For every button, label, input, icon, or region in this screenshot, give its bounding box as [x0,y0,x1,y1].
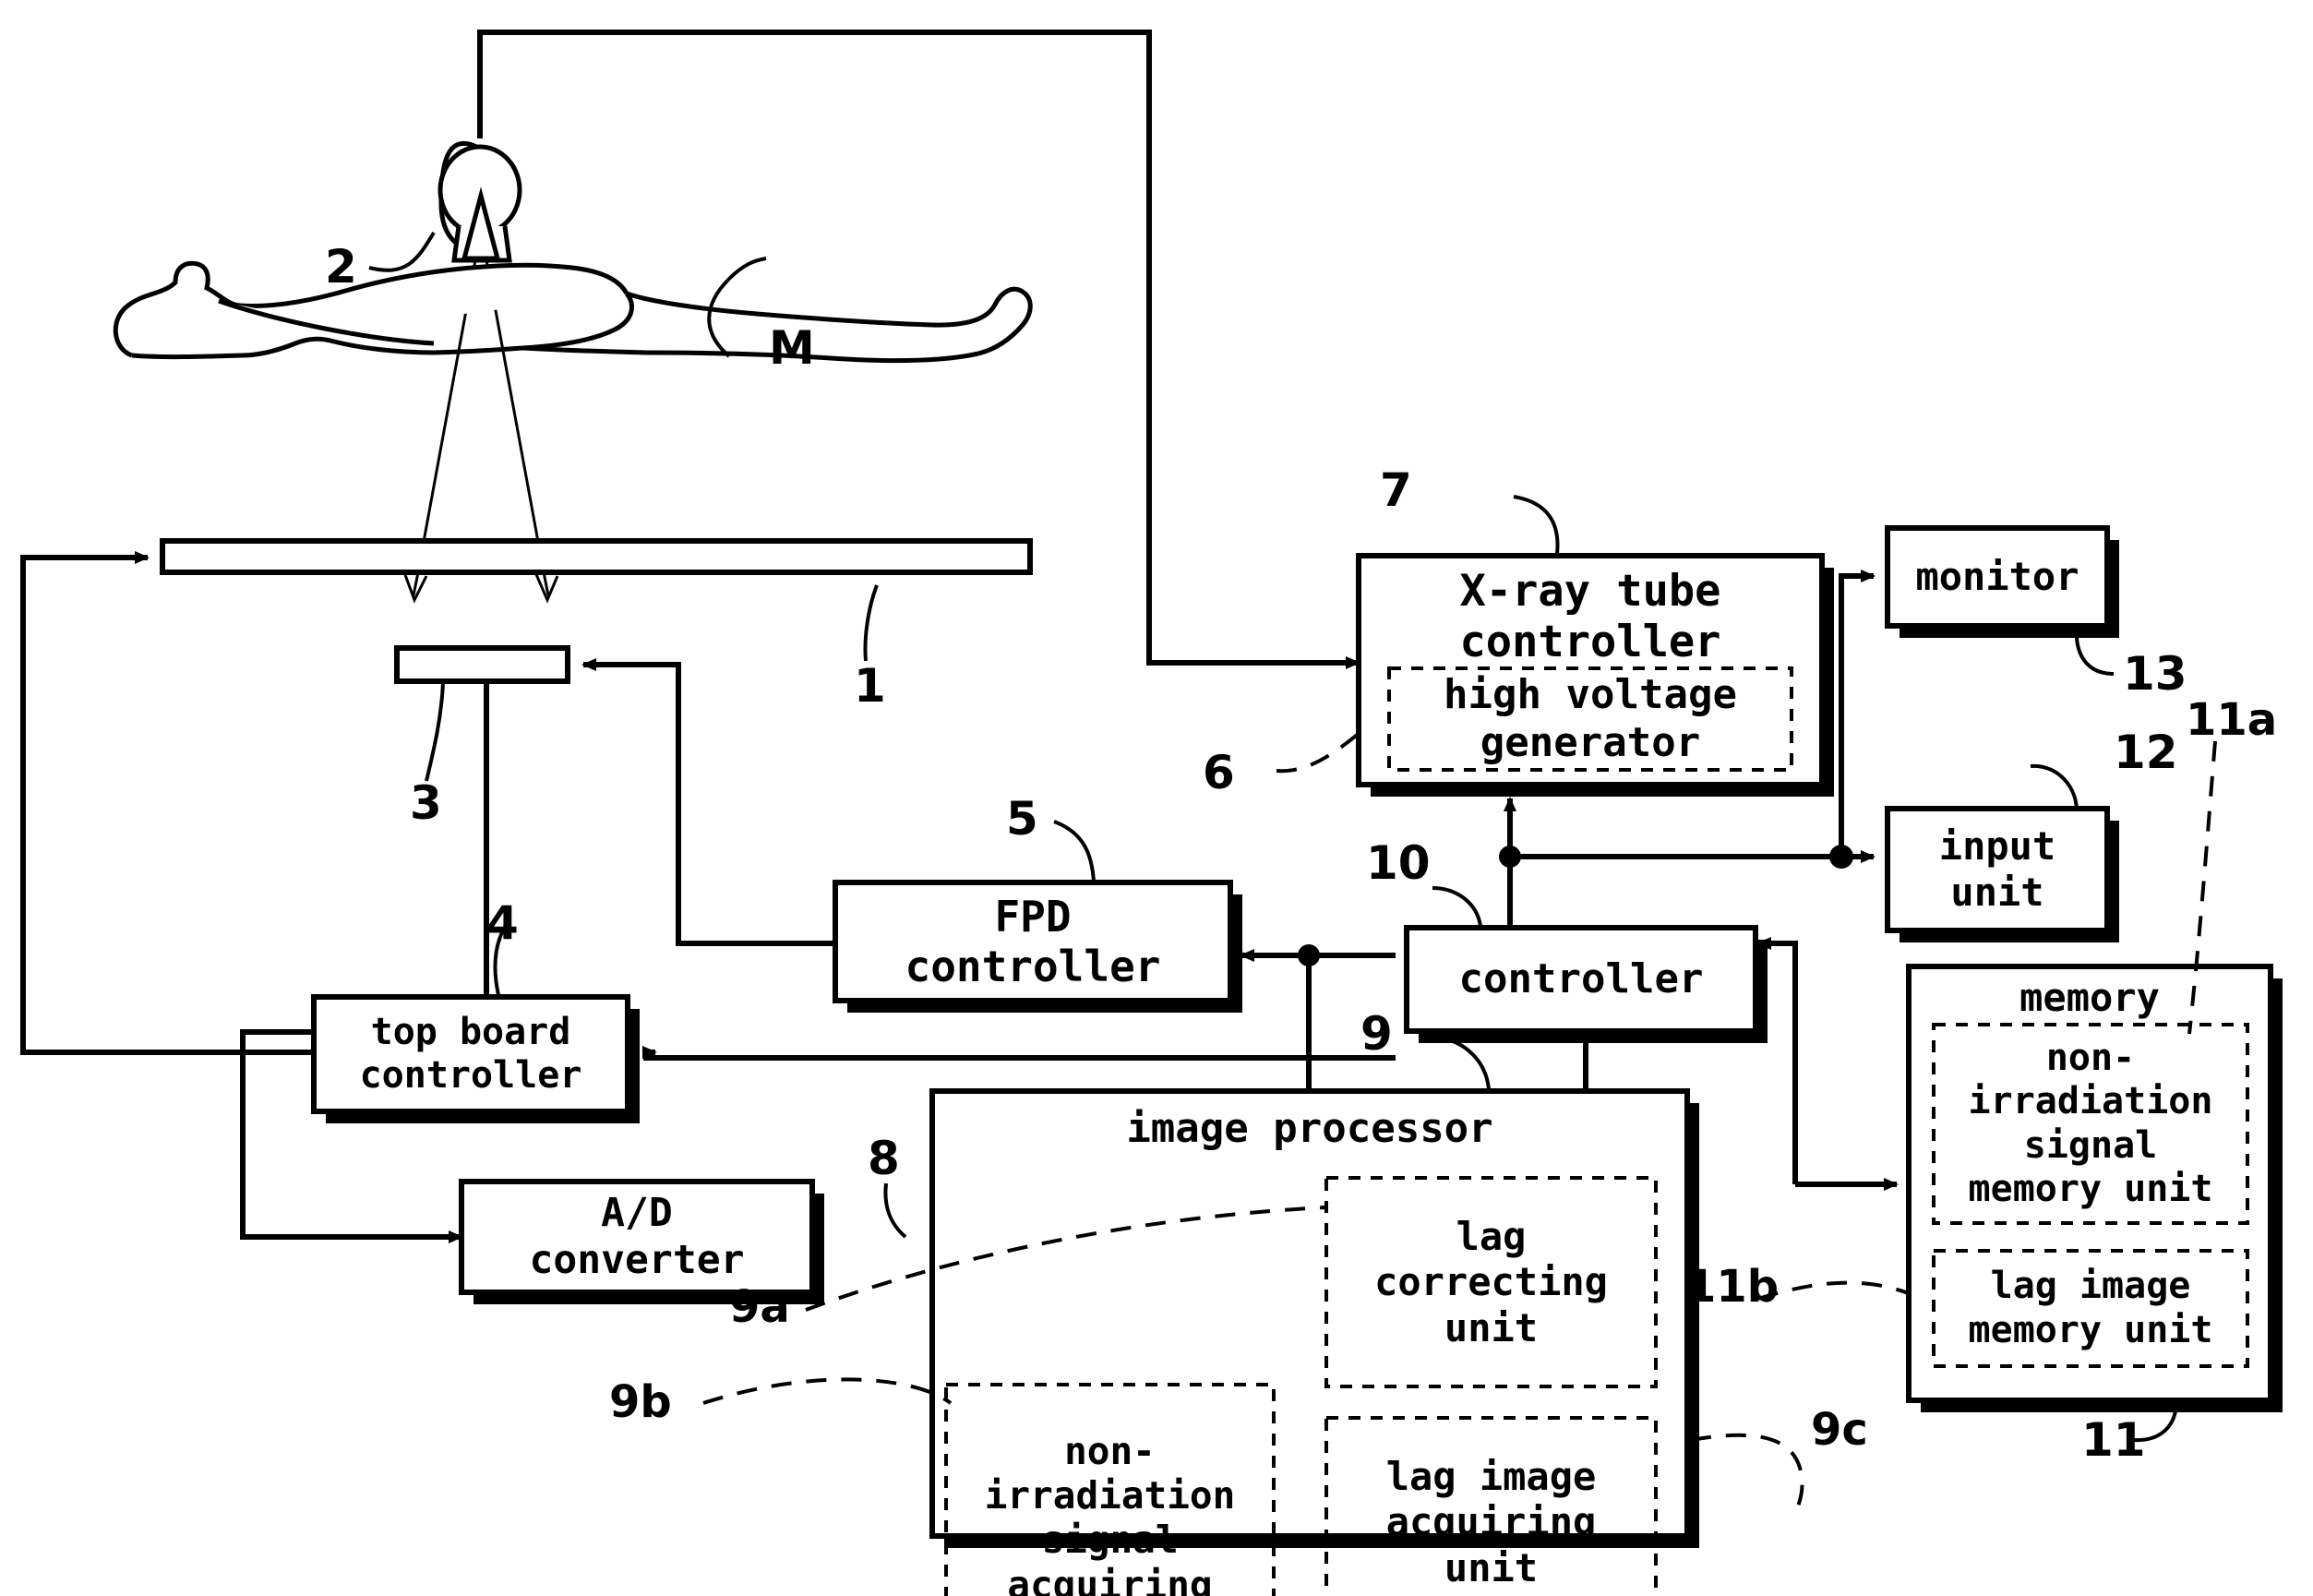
ref-numeral-3: 3 [410,776,442,830]
ref-numeral-12: 12 [2114,726,2178,779]
leader-5 [1053,820,1096,882]
leader-12 [2030,763,2079,810]
ref-numeral-M: M [769,321,815,375]
xray-tube-bulb [437,140,522,263]
ref-numeral-5: 5 [1006,792,1038,846]
leader-2 [368,231,436,272]
leader-6 [1276,727,1366,774]
ref-numeral-11b: 11b [1685,1261,1780,1313]
wire-topboardcontroller-to-table [20,551,314,1055]
memory-box [1906,964,2273,1403]
input-unit-box [1885,806,2110,933]
wire-controller-to-topboard [642,1046,1396,1061]
leader-7 [1513,495,1560,555]
wire-fpdcontroller-to-fpd [581,658,835,946]
fpd-detector-3 [394,645,570,684]
monitor-box [1885,525,2110,629]
ad-converter-box [459,1179,815,1295]
leader-11b [1757,1280,1912,1301]
fpd-controller-box [833,880,1233,1003]
leader-9c [1690,1433,1804,1513]
leader-3 [425,682,445,782]
leader-9b [702,1377,953,1405]
leader-10 [1432,886,1482,927]
wire-fpd-to-ad [240,681,489,1243]
ref-numeral-2: 2 [325,240,357,294]
beam-arrowheads [402,571,559,604]
ref-numeral-11: 11 [2081,1413,2146,1467]
ref-numeral-7: 7 [1380,463,1412,517]
figure-canvas: X-ray tube controller high voltage gener… [0,0,2313,1596]
top-board-1 [160,538,1033,575]
top-board-controller-box [311,994,630,1114]
patient-silhouette [113,260,1033,364]
leader-9 [1437,1036,1491,1090]
ref-numeral-4: 4 [486,896,519,950]
ref-numeral-9c: 9c [1811,1404,1868,1456]
ref-numeral-9: 9 [1360,1007,1393,1061]
ref-numeral-11a: 11a [2186,694,2278,746]
leader-1 [863,584,879,662]
ref-numeral-9a: 9a [729,1281,790,1333]
ref-numeral-6: 6 [1203,746,1235,799]
wire-junction-to-monitor [1839,570,1876,857]
ref-numeral-8: 8 [868,1132,900,1185]
ref-numeral-13: 13 [2123,647,2187,701]
ref-numeral-1: 1 [854,659,886,713]
ref-numeral-10: 10 [1366,836,1431,890]
controller-box [1404,925,1758,1034]
leader-8 [883,1182,907,1239]
image-processor-box [929,1088,1690,1539]
ref-numeral-9b: 9b [609,1376,672,1428]
